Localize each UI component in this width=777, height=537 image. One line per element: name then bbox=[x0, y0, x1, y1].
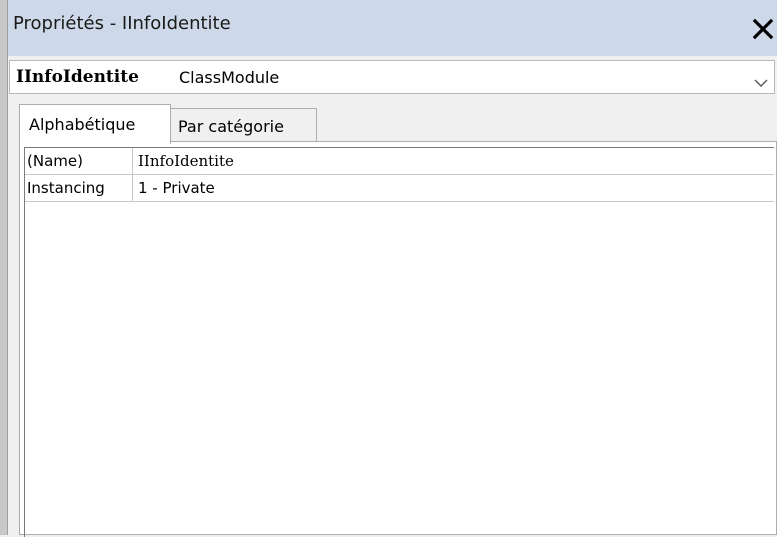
title-bar[interactable]: Propriétés - IInfoIdentite bbox=[8, 0, 777, 56]
object-selector-dropdown[interactable]: IInfoIdentite ClassModule bbox=[9, 60, 775, 94]
window-title: Propriétés - IInfoIdentite bbox=[13, 13, 231, 34]
property-name[interactable]: Instancing bbox=[25, 175, 133, 201]
tab-par-categorie[interactable]: Par catégorie bbox=[171, 108, 317, 142]
window-left-edge bbox=[0, 0, 7, 535]
object-type: ClassModule bbox=[179, 68, 280, 87]
close-icon bbox=[752, 18, 774, 40]
tab-par-categorie-label: Par catégorie bbox=[178, 117, 284, 136]
object-name: IInfoIdentite bbox=[16, 67, 139, 87]
tab-alphabetique[interactable]: Alphabétique bbox=[19, 104, 171, 144]
window-left-border bbox=[7, 0, 8, 535]
chevron-down-icon[interactable] bbox=[754, 73, 768, 92]
close-button[interactable] bbox=[750, 14, 776, 44]
property-value[interactable]: IInfoIdentite bbox=[134, 148, 777, 178]
property-row-name[interactable]: (Name) IInfoIdentite bbox=[25, 148, 774, 175]
property-grid[interactable]: (Name) IInfoIdentite Instancing 1 - Priv… bbox=[19, 141, 777, 537]
tab-alphabetique-label: Alphabétique bbox=[29, 115, 136, 134]
property-value[interactable]: 1 - Private bbox=[134, 175, 777, 205]
property-name[interactable]: (Name) bbox=[25, 148, 133, 174]
property-row-instancing[interactable]: Instancing 1 - Private bbox=[25, 175, 774, 202]
property-grid-body: (Name) IInfoIdentite Instancing 1 - Priv… bbox=[24, 147, 774, 537]
